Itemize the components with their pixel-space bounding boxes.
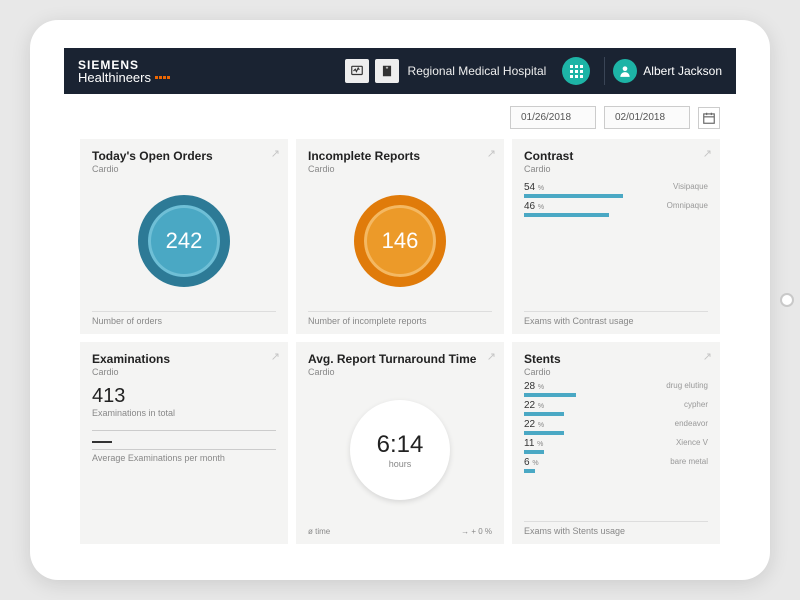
bar-label: bare metal [670,457,708,468]
user-name[interactable]: Albert Jackson [643,64,722,78]
card-footer: Exams with Contrast usage [524,311,708,326]
donut-chart-blue: 242 [138,195,230,287]
card-turnaround[interactable]: ↗ Avg. Report Turnaround Time Cardio 6:1… [296,342,504,544]
contrast-bar-0: 54 %Visipaque [524,182,708,201]
topbar: SIEMENS Healthineers Regional Medical Ho… [64,48,736,94]
bar-label: Visipaque [673,182,708,193]
bar-fill [524,450,544,454]
card-title: Contrast [524,149,708,163]
card-subtitle: Cardio [524,164,708,174]
card-open-orders[interactable]: ↗ Today's Open Orders Cardio 242 Number … [80,139,288,334]
bar-label: endeavor [675,419,708,430]
bar-fill [524,194,623,198]
card-title: Incomplete Reports [308,149,492,163]
card-subtitle: Cardio [92,367,276,377]
expand-icon[interactable]: ↗ [487,147,496,160]
card-contrast[interactable]: ↗ Contrast Cardio 54 %Visipaque 46 %Omni… [512,139,720,334]
stents-bar: 22 %endeavor [524,419,708,438]
brand-dots-icon [155,76,170,79]
bar-fill [524,469,535,473]
bar-label: Omnipaque [667,201,708,212]
card-title: Today's Open Orders [92,149,276,163]
card-footer: Number of incomplete reports [308,311,492,326]
stents-bar: 6 %bare metal [524,457,708,476]
card-footer: Exams with Stents usage [524,521,708,536]
stents-bar: 28 %drug eluting [524,381,708,400]
tablet-home-button[interactable] [780,293,794,307]
examinations-value: 413 [92,385,276,408]
date-from-input[interactable]: 01/26/2018 [510,106,596,129]
apps-grid-icon [570,65,583,78]
card-subtitle: Cardio [308,164,492,174]
turnaround-value: 6:14 [377,431,424,459]
card-grid: ↗ Today's Open Orders Cardio 242 Number … [80,139,720,544]
card-title: Examinations [92,352,276,366]
stents-bar: 11 %Xience V [524,438,708,457]
date-range-row: 01/26/2018 02/01/2018 [80,106,720,129]
expand-icon[interactable]: ↗ [703,147,712,160]
turnaround-unit: hours [389,459,412,469]
dash-indicator [92,441,112,443]
expand-icon[interactable]: ↗ [487,350,496,363]
card-subtitle: Cardio [524,367,708,377]
contrast-bar-1: 46 %Omnipaque [524,201,708,220]
card-incomplete-reports[interactable]: ↗ Incomplete Reports Cardio 146 Number o… [296,139,504,334]
turnaround-right: → + 0 % [461,527,492,536]
brand-bottom: Healthineers [78,71,151,84]
bar-label: drug eluting [666,381,708,392]
bar-label: Xience V [676,438,708,449]
bar-fill [524,213,609,217]
stents-bar: 22 %cypher [524,400,708,419]
user-avatar-icon[interactable] [613,59,637,83]
expand-icon[interactable]: ↗ [271,147,280,160]
bar-fill [524,431,564,435]
examinations-label-1: Examinations in total [92,408,276,418]
date-to-input[interactable]: 02/01/2018 [604,106,690,129]
dashboard-content: 01/26/2018 02/01/2018 ↗ Today's Open Ord… [64,94,736,552]
monitor-icon[interactable] [345,59,369,83]
card-title: Avg. Report Turnaround Time [308,352,492,366]
turnaround-left: ø time [308,527,330,536]
tablet-frame: SIEMENS Healthineers Regional Medical Ho… [30,20,770,580]
expand-icon[interactable]: ↗ [271,350,280,363]
hospital-name: Regional Medical Hospital [408,64,547,78]
apps-menu-button[interactable] [562,57,590,85]
expand-icon[interactable]: ↗ [703,350,712,363]
examinations-label-2: Average Examinations per month [92,449,276,463]
donut-chart-orange: 146 [354,195,446,287]
card-stents[interactable]: ↗ Stents Cardio 28 %drug eluting22 %cyph… [512,342,720,544]
card-subtitle: Cardio [92,164,276,174]
turnaround-circle: 6:14 hours [350,400,450,500]
card-title: Stents [524,352,708,366]
bar-fill [524,393,576,397]
brand-logo: SIEMENS Healthineers [78,59,170,84]
card-footer: Number of orders [92,311,276,326]
brand-top: SIEMENS [78,59,170,71]
card-subtitle: Cardio [308,367,492,377]
hospital-icon[interactable] [375,59,399,83]
card-examinations[interactable]: ↗ Examinations Cardio 413 Examinations i… [80,342,288,544]
calendar-icon[interactable] [698,107,720,129]
topbar-divider [604,57,605,85]
bar-fill [524,412,564,416]
app-screen: SIEMENS Healthineers Regional Medical Ho… [64,48,736,552]
bar-label: cypher [684,400,708,411]
